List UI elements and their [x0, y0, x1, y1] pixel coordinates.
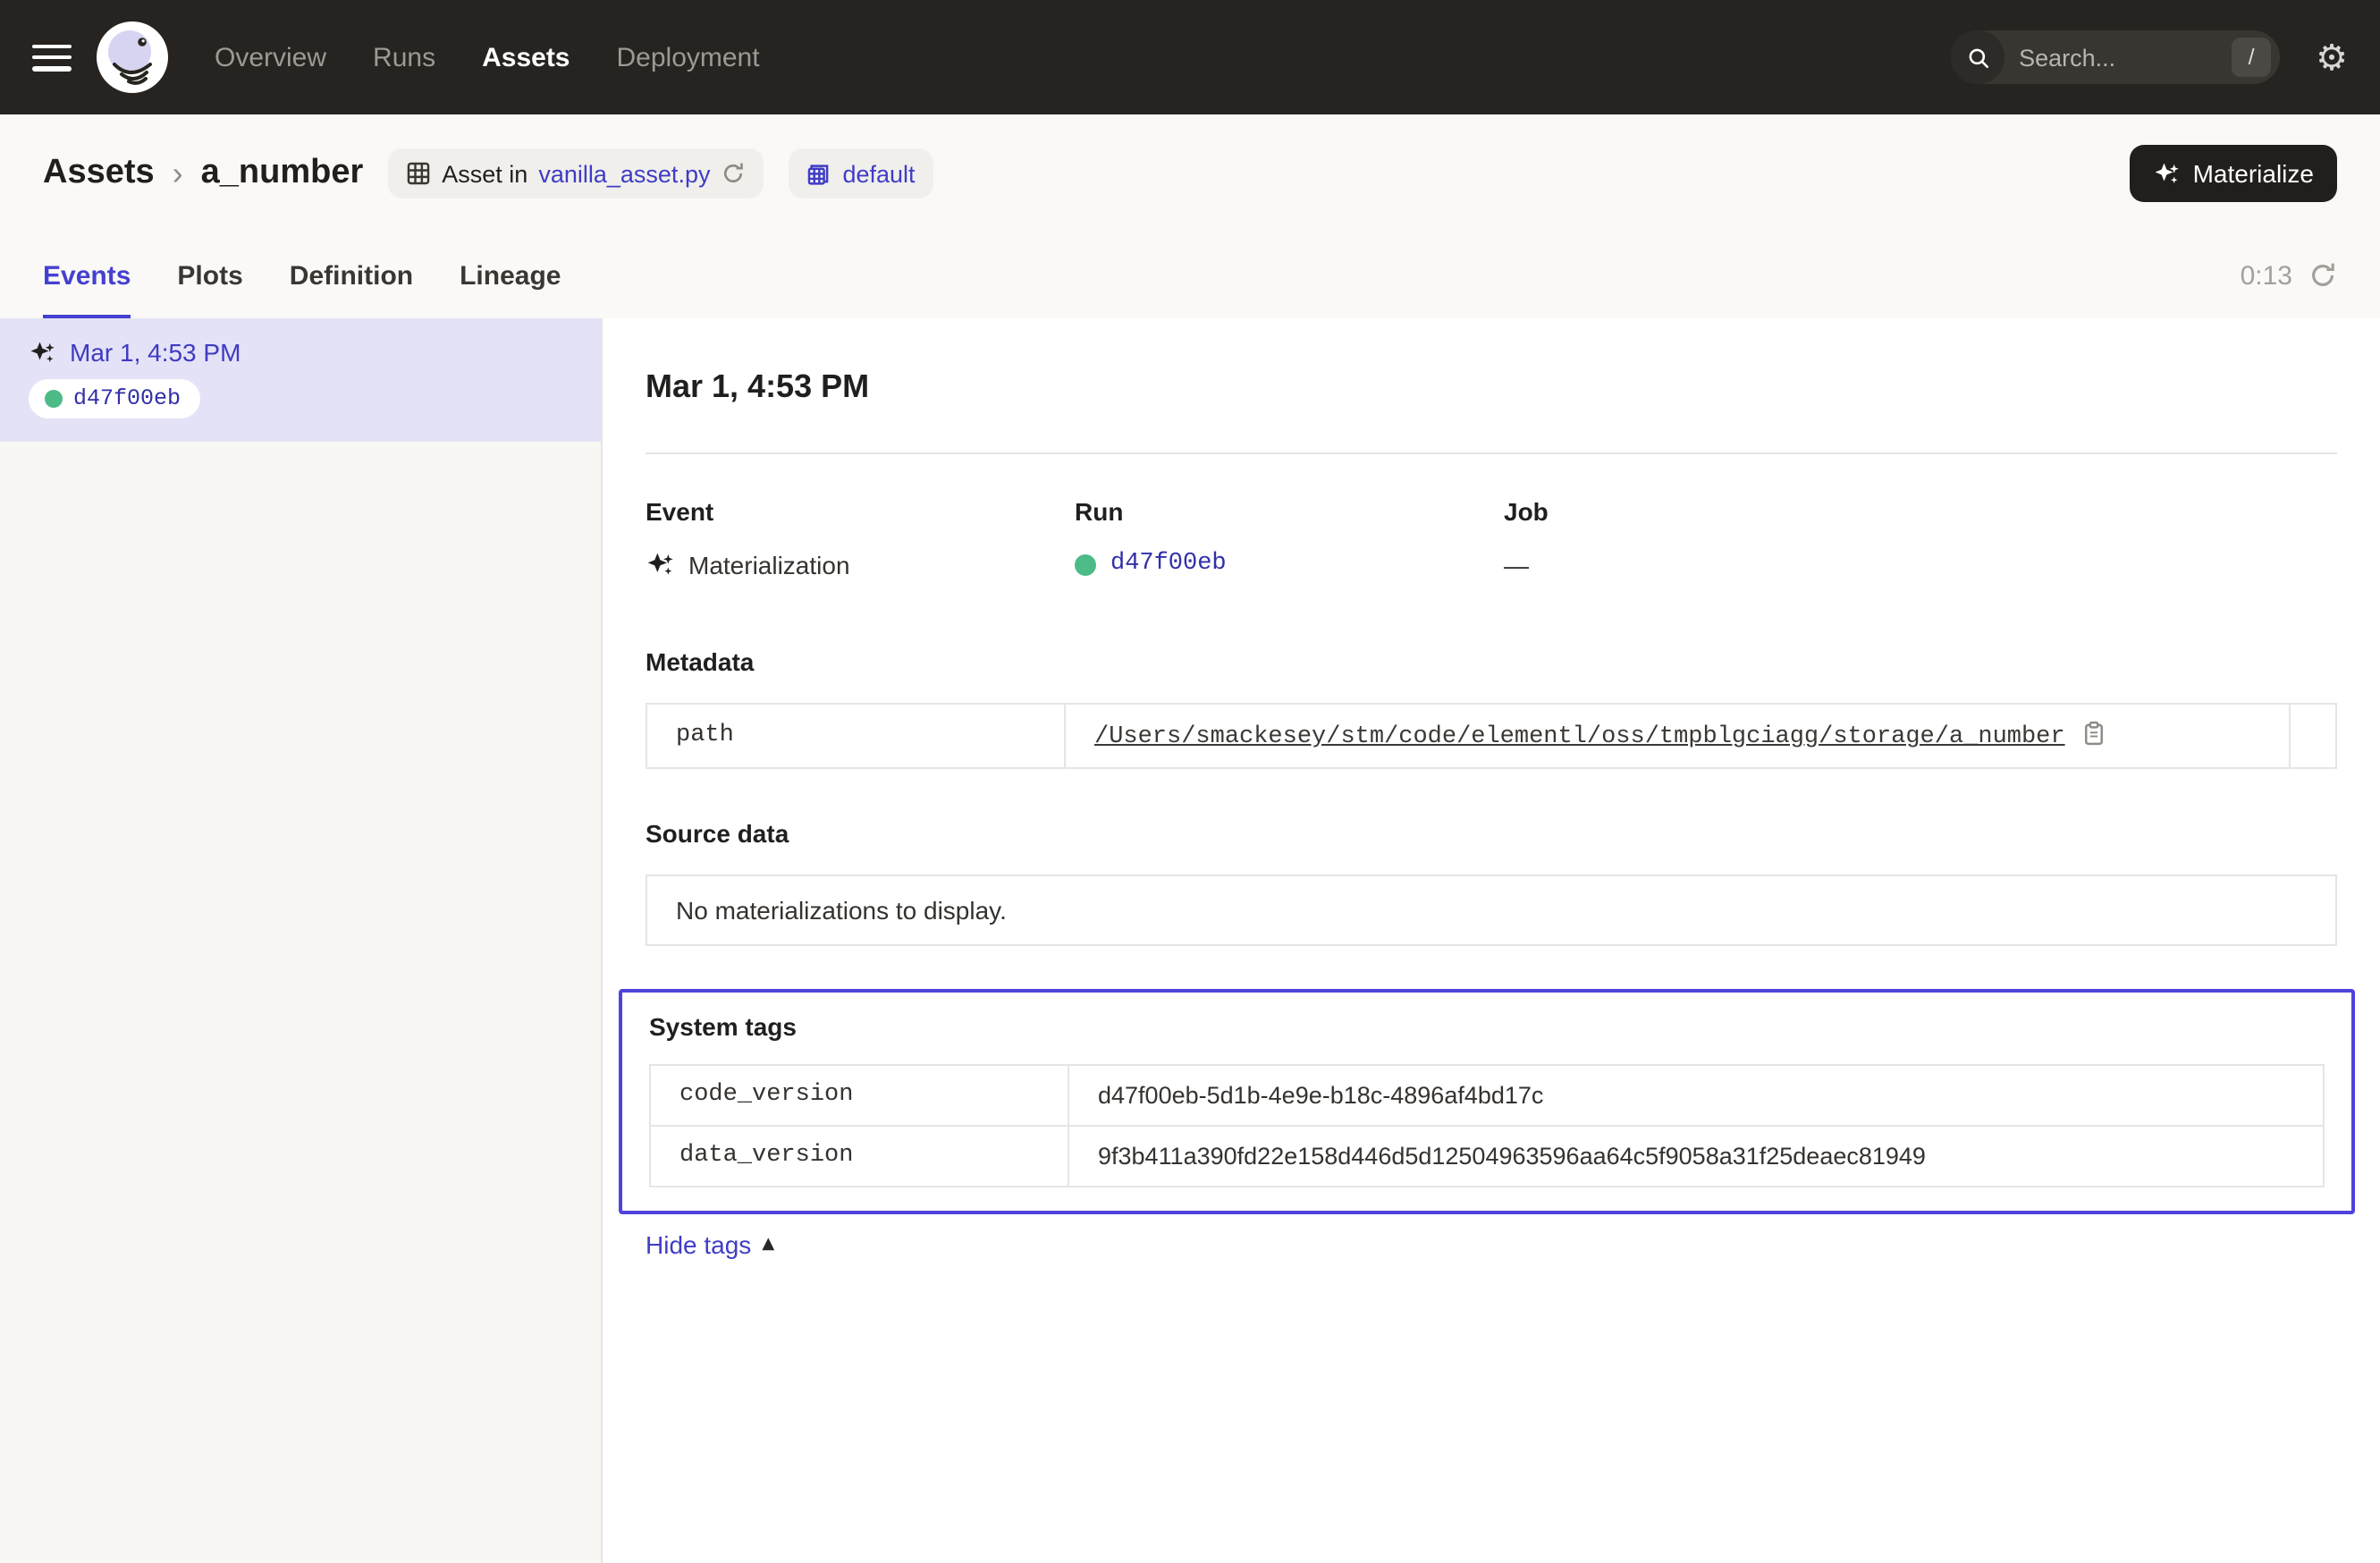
- tab-lineage[interactable]: Lineage: [460, 232, 561, 318]
- sparkle-icon: [29, 339, 55, 366]
- tab-plots[interactable]: Plots: [177, 232, 242, 318]
- source-data-section: Source data No materializations to displ…: [646, 819, 2337, 946]
- menu-icon[interactable]: [32, 44, 72, 71]
- event-summary: Event Materialization Run d47f00eb: [646, 497, 2337, 579]
- job-value: —: [1504, 551, 1529, 579]
- screenshot-root: Overview Runs Assets Deployment / ⚙ Asse…: [0, 0, 2380, 1563]
- materialize-button[interactable]: Materialize: [2131, 145, 2337, 202]
- event-list-sidebar: Mar 1, 4:53 PM d47f00eb: [0, 318, 603, 1563]
- system-tags-table: code_version d47f00eb-5d1b-4e9e-b18c-489…: [649, 1064, 2325, 1187]
- metadata-table: path /Users/smackesey/stm/code/elementl/…: [646, 703, 2337, 769]
- asset-in-label: Asset in: [442, 160, 527, 187]
- event-detail-panel: Mar 1, 4:53 PM Event Materialization Run: [603, 318, 2380, 1563]
- tabs-row: Events Plots Definition Lineage 0:13: [0, 232, 2380, 318]
- search-icon: [1951, 30, 2004, 84]
- metadata-heading: Metadata: [646, 647, 2337, 676]
- caret-up-icon: ▲: [762, 1236, 774, 1254]
- nav-item-overview[interactable]: Overview: [215, 42, 326, 72]
- metadata-path-link[interactable]: /Users/smackesey/stm/code/elementl/oss/t…: [1094, 724, 2065, 751]
- event-list-item-selected[interactable]: Mar 1, 4:53 PM d47f00eb: [0, 318, 601, 442]
- run-id: d47f00eb: [73, 386, 181, 411]
- system-tag-value: d47f00eb-5d1b-4e9e-b18c-4896af4bd17c: [1068, 1065, 2324, 1126]
- refresh-icon[interactable]: [2308, 261, 2337, 290]
- hide-tags-link[interactable]: Hide tags ▲: [646, 1230, 774, 1259]
- system-tag-value: 9f3b411a390fd22e158d446d5d12504963596aa6…: [1068, 1126, 2324, 1187]
- metadata-key: path: [646, 704, 1065, 768]
- asset-file-link[interactable]: vanilla_asset.py: [538, 160, 710, 187]
- run-id-link[interactable]: d47f00eb: [1110, 551, 1227, 578]
- source-data-heading: Source data: [646, 819, 2337, 848]
- nav-item-assets[interactable]: Assets: [482, 42, 570, 72]
- search-box[interactable]: /: [1951, 30, 2280, 84]
- run-column-header: Run: [1075, 497, 1504, 526]
- divider: [646, 452, 2337, 454]
- metadata-section: Metadata path /Users/smackesey/stm/code/…: [646, 647, 2337, 769]
- system-tags-heading: System tags: [649, 1012, 2325, 1041]
- event-timestamp: Mar 1, 4:53 PM: [70, 338, 241, 367]
- tab-events[interactable]: Events: [43, 232, 131, 318]
- hide-tags-label: Hide tags: [646, 1230, 751, 1259]
- reload-definition-icon[interactable]: [721, 161, 746, 186]
- layered-grid-icon: [806, 161, 831, 186]
- event-type-value: Materialization: [688, 551, 850, 579]
- nav-item-deployment[interactable]: Deployment: [617, 42, 760, 72]
- page-header: Assets › a_number Asset in vanilla_asset…: [0, 114, 2380, 232]
- run-status-dot: [45, 390, 63, 408]
- dagster-logo-icon[interactable]: [97, 21, 168, 93]
- event-detail-title: Mar 1, 4:53 PM: [646, 368, 2337, 406]
- metadata-tail-cell: [2290, 704, 2336, 768]
- tab-definition[interactable]: Definition: [290, 232, 413, 318]
- table-row: data_version 9f3b411a390fd22e158d446d5d1…: [650, 1126, 2324, 1187]
- asset-definition-badge: Asset in vanilla_asset.py: [388, 148, 764, 199]
- nav-links: Overview Runs Assets Deployment: [215, 42, 760, 72]
- refresh-countdown: 0:13: [2241, 260, 2292, 291]
- system-tags-highlight-box: System tags code_version d47f00eb-5d1b-4…: [619, 989, 2355, 1214]
- run-chip[interactable]: d47f00eb: [29, 379, 200, 418]
- sparkle-icon: [646, 551, 674, 579]
- system-tag-key: data_version: [650, 1126, 1068, 1187]
- group-default-link[interactable]: default: [842, 160, 915, 187]
- event-column-header: Event: [646, 497, 1075, 526]
- run-status-dot: [1075, 553, 1096, 575]
- job-column-header: Job: [1504, 497, 2337, 526]
- source-data-empty-message: No materializations to display.: [646, 874, 2337, 946]
- nav-item-runs[interactable]: Runs: [373, 42, 435, 72]
- breadcrumb-asset-name: a_number: [201, 154, 364, 193]
- search-input[interactable]: [2004, 44, 2232, 71]
- copy-icon[interactable]: [2081, 721, 2106, 746]
- breadcrumb-assets[interactable]: Assets: [43, 154, 155, 193]
- gear-icon[interactable]: ⚙: [2316, 39, 2348, 75]
- table-grid-icon: [406, 161, 431, 186]
- search-shortcut-key: /: [2232, 38, 2271, 77]
- top-nav: Overview Runs Assets Deployment / ⚙: [0, 0, 2380, 114]
- table-row: path /Users/smackesey/stm/code/elementl/…: [646, 704, 2336, 768]
- group-badge[interactable]: default: [789, 148, 933, 199]
- table-row: code_version d47f00eb-5d1b-4e9e-b18c-489…: [650, 1065, 2324, 1126]
- materialize-label: Materialize: [2193, 159, 2314, 188]
- sparkle-icon: [2154, 160, 2181, 187]
- chevron-right-icon: ›: [173, 157, 183, 190]
- system-tag-key: code_version: [650, 1065, 1068, 1126]
